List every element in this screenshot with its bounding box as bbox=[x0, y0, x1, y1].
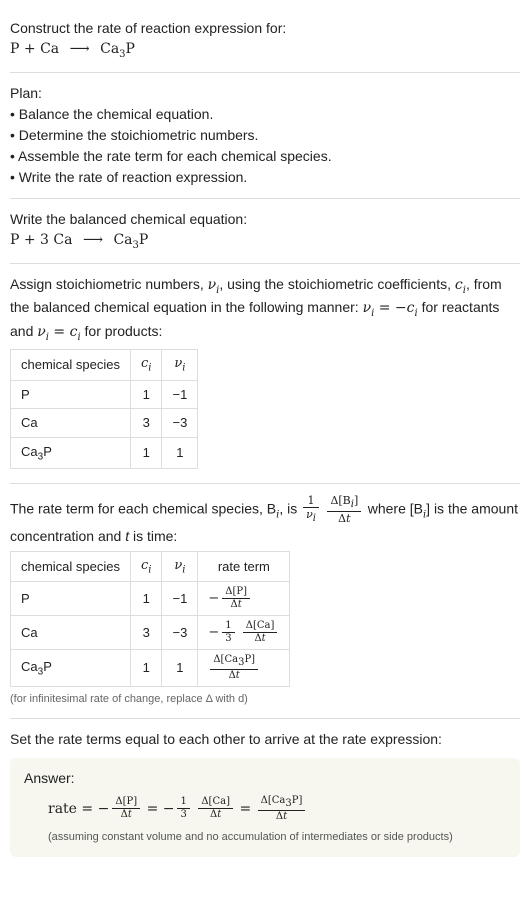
table-row: Ca3P 1 1 bbox=[11, 437, 198, 469]
rate-table: chemical species ci νi rate term P 1 −1 … bbox=[10, 551, 290, 688]
prompt-equation: P + Ca ⟶ Ca3P bbox=[10, 39, 520, 62]
balanced-title: Write the balanced chemical equation: bbox=[10, 209, 520, 230]
answer-box: Answer: rate = −Δ[P]Δt = −13 Δ[Ca]Δt = Δ… bbox=[10, 758, 520, 858]
eq-species-ca3p: Ca3P bbox=[113, 232, 148, 248]
nu-i: νi bbox=[208, 277, 220, 293]
plan-bullet: • Balance the chemical equation. bbox=[10, 104, 520, 125]
prompt-title: Construct the rate of reaction expressio… bbox=[10, 18, 520, 39]
eq-species-ca3p: Ca3P bbox=[100, 41, 135, 57]
table-row: Ca3P 1 1 Δ[Ca3P]Δt bbox=[11, 650, 290, 687]
balanced-block: Write the balanced chemical equation: P … bbox=[10, 199, 520, 264]
plan-block: Plan: • Balance the chemical equation. •… bbox=[10, 73, 520, 199]
eq-species-ca: Ca bbox=[40, 41, 59, 57]
table-row: Ca 3 −3 bbox=[11, 409, 198, 438]
col-nui: νi bbox=[162, 349, 198, 380]
rate-formula: 1νi Δ[Bi]Δt bbox=[301, 502, 368, 518]
balanced-equation: P + 3 Ca ⟶ Ca3P bbox=[10, 230, 520, 253]
set-equal-block: Set the rate terms equal to each other t… bbox=[10, 719, 520, 868]
answer-title: Answer: bbox=[24, 768, 506, 789]
reaction-arrow-icon: ⟶ bbox=[64, 39, 96, 60]
reaction-arrow-icon: ⟶ bbox=[77, 230, 109, 251]
table-note: (for infinitesimal rate of change, repla… bbox=[10, 691, 520, 708]
plan-bullet: • Write the rate of reaction expression. bbox=[10, 167, 520, 188]
rate-term-block: The rate term for each chemical species,… bbox=[10, 484, 520, 718]
assign-block: Assign stoichiometric numbers, νi, using… bbox=[10, 264, 520, 485]
eq-species-p: P bbox=[10, 41, 19, 57]
plan-bullet: • Determine the stoichiometric numbers. bbox=[10, 125, 520, 146]
answer-note: (assuming constant volume and no accumul… bbox=[48, 829, 506, 846]
plan-bullet: • Assemble the rate term for each chemic… bbox=[10, 146, 520, 167]
plan-title: Plan: bbox=[10, 83, 520, 104]
rate-expression: rate = −Δ[P]Δt = −13 Δ[Ca]Δt = Δ[Ca3P]Δt bbox=[48, 795, 506, 823]
prompt-block: Construct the rate of reaction expressio… bbox=[10, 8, 520, 73]
c-i: ci bbox=[455, 277, 466, 293]
table-row: P 1 −1 bbox=[11, 380, 198, 409]
stoich-table: chemical species ci νi P 1 −1 Ca 3 −3 Ca… bbox=[10, 349, 198, 469]
col-ci: ci bbox=[131, 349, 162, 380]
table-row: P 1 −1 −Δ[P]Δt bbox=[11, 582, 290, 616]
table-row: Ca 3 −3 −13 Δ[Ca]Δt bbox=[11, 616, 290, 650]
col-species: chemical species bbox=[11, 349, 131, 380]
